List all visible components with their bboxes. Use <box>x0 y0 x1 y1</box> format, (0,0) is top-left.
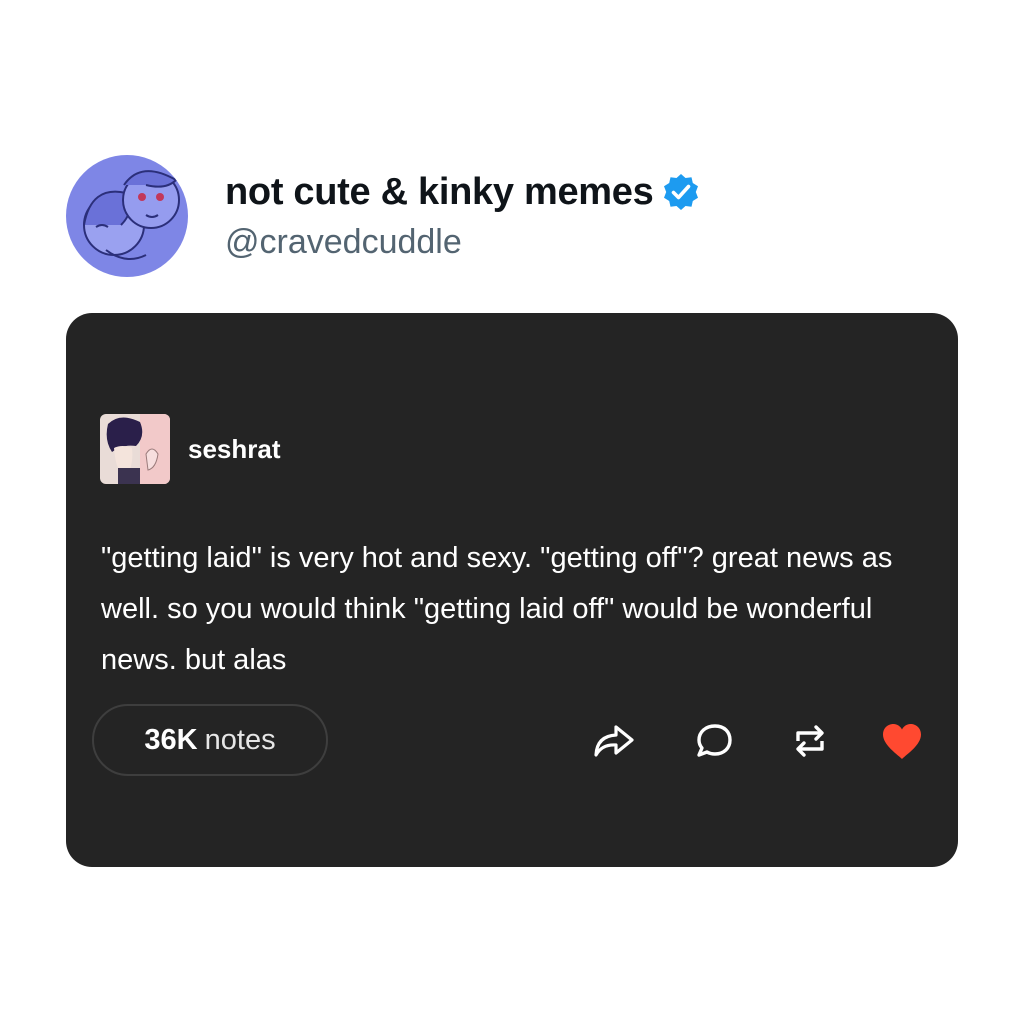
post-text: "getting laid" is very hot and sexy. "ge… <box>101 542 893 676</box>
like-button[interactable] <box>879 718 925 764</box>
account-header: not cute & kinky memes @cravedcuddle <box>66 155 701 277</box>
notes-count: 36K <box>144 723 198 756</box>
poster-avatar[interactable] <box>100 414 170 484</box>
account-avatar[interactable] <box>66 155 188 277</box>
display-name-row: not cute & kinky memes <box>225 169 701 215</box>
reply-button[interactable] <box>691 718 737 764</box>
tumblr-post-card: seshrat "getting laid" is very hot and s… <box>66 313 958 867</box>
heart-icon <box>883 724 921 759</box>
display-name[interactable]: not cute & kinky memes <box>225 169 654 215</box>
notes-label: notes <box>204 723 276 756</box>
post-actions <box>591 718 931 764</box>
account-info: not cute & kinky memes @cravedcuddle <box>225 169 701 263</box>
account-avatar-image <box>66 155 188 277</box>
reblog-button[interactable] <box>787 718 833 764</box>
verified-badge-icon <box>661 172 701 212</box>
reblog-icon <box>796 725 824 757</box>
poster-info: seshrat <box>100 414 281 484</box>
share-icon <box>594 725 634 757</box>
reply-icon <box>697 724 732 757</box>
poster-username[interactable]: seshrat <box>188 434 281 465</box>
post-screenshot: not cute & kinky memes @cravedcuddle ses… <box>0 0 1024 1024</box>
notes-button[interactable]: 36K notes <box>92 704 328 776</box>
poster-avatar-image <box>100 414 170 484</box>
account-handle[interactable]: @cravedcuddle <box>225 221 701 263</box>
share-button[interactable] <box>591 718 637 764</box>
